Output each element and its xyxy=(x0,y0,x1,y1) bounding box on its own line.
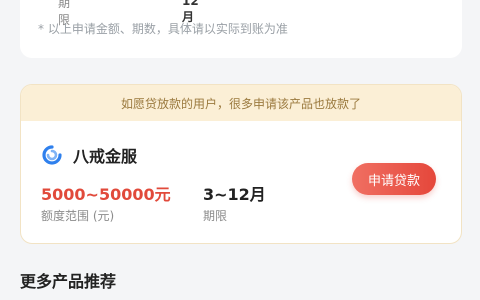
period-value: 3~12月 xyxy=(203,185,266,204)
brand-logo-icon xyxy=(42,145,62,165)
amount-range-label: 额度范围 (元) xyxy=(41,209,115,223)
disclaimer-note: * 以上申请金额、期数，具体请以实际到账为准 xyxy=(38,22,288,36)
recommendation-banner: 如愿贷放款的用户，很多申请该产品也放款了 xyxy=(21,85,461,121)
page: 期限 12月 * 以上申请金额、期数，具体请以实际到账为准 如愿贷放款的用户，很… xyxy=(0,0,480,300)
more-products-title: 更多产品推荐 xyxy=(20,272,117,291)
apply-loan-button[interactable]: 申请贷款 xyxy=(352,163,436,195)
amount-range-value: 5000~50000元 xyxy=(41,185,171,204)
period-label: 期限 xyxy=(203,209,228,223)
recommendation-card[interactable]: 如愿贷放款的用户，很多申请该产品也放款了 八戒金服 5000~50000元 额度… xyxy=(20,84,462,244)
product-name: 八戒金服 xyxy=(73,147,138,166)
product-header: 八戒金服 xyxy=(41,143,137,167)
